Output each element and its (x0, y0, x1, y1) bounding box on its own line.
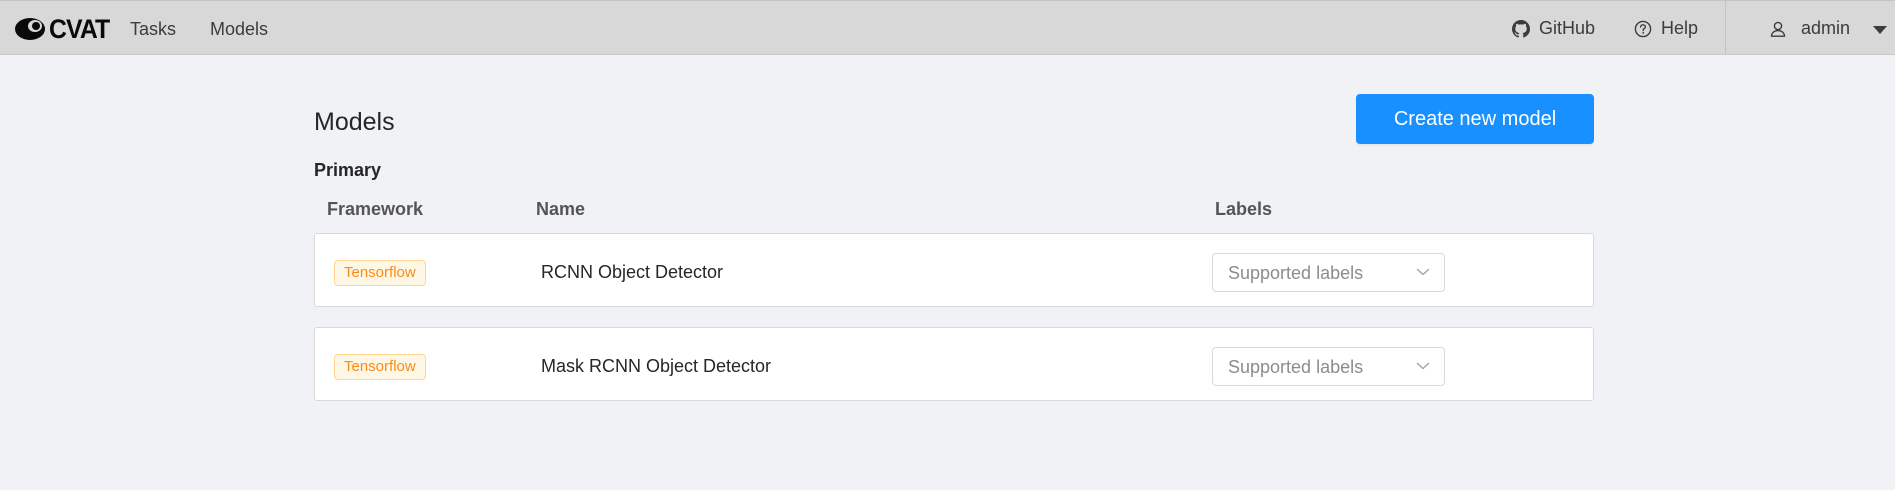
page-title: Models (314, 108, 395, 136)
github-icon (1512, 19, 1530, 38)
section-label-primary: Primary (314, 160, 382, 180)
create-new-model-button[interactable]: Create new model (1356, 94, 1594, 144)
user-label: admin (1801, 18, 1851, 38)
cvat-logo-icon (15, 18, 45, 40)
model-row: Tensorflow RCNN Object Detector Supporte… (314, 233, 1594, 307)
supported-labels-select[interactable]: Supported labels (1212, 253, 1445, 292)
select-placeholder: Supported labels (1228, 263, 1364, 283)
column-header-labels: Labels (1215, 199, 1273, 219)
nav-tasks[interactable]: Tasks (130, 19, 176, 40)
column-header-name: Name (536, 199, 586, 219)
caret-down-icon[interactable] (1873, 26, 1887, 34)
chevron-down-icon (1416, 362, 1430, 370)
github-link[interactable]: GitHub (1512, 18, 1595, 39)
github-label: GitHub (1539, 18, 1596, 38)
supported-labels-select[interactable]: Supported labels (1212, 347, 1445, 386)
column-header-framework: Framework (327, 199, 424, 219)
help-link[interactable]: Help (1634, 18, 1698, 39)
help-label: Help (1661, 18, 1699, 38)
user-icon (1770, 21, 1786, 37)
framework-tag: Tensorflow (334, 354, 426, 380)
cvat-logo[interactable]: CVAT (13, 13, 115, 44)
nav-models[interactable]: Models (210, 19, 268, 40)
model-name: RCNN Object Detector (541, 262, 724, 282)
top-header: CVAT Tasks Models GitHub Help admin (0, 0, 1895, 55)
model-name: Mask RCNN Object Detector (541, 356, 772, 376)
user-menu[interactable]: admin (1769, 18, 1850, 39)
chevron-down-icon (1416, 268, 1430, 276)
header-divider (1725, 1, 1726, 55)
framework-tag: Tensorflow (334, 260, 426, 286)
help-icon (1634, 20, 1652, 37)
model-row: Tensorflow Mask RCNN Object Detector Sup… (314, 327, 1594, 401)
select-placeholder: Supported labels (1228, 357, 1364, 377)
logo-text: CVAT (49, 13, 110, 44)
